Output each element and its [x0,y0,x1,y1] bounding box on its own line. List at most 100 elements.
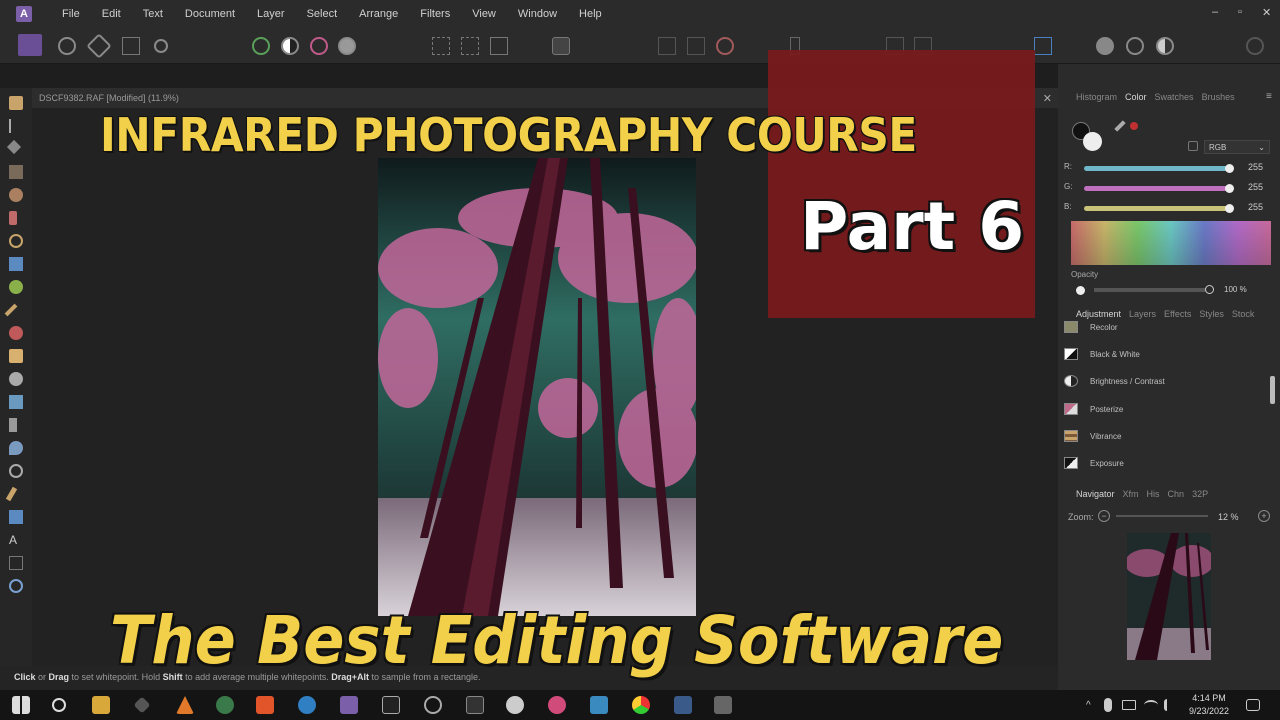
app-icon-2[interactable] [216,696,234,714]
minimize-button[interactable]: – [1212,6,1218,18]
file-explorer-icon[interactable] [92,696,110,714]
auto-contrast-icon[interactable] [281,37,299,55]
app-icon-8[interactable] [590,696,608,714]
menu-document[interactable]: Document [185,8,235,20]
chrome-icon[interactable] [632,696,650,714]
adjustment-scrollbar[interactable] [1270,376,1275,404]
tray-chevron-icon[interactable]: ^ [1086,700,1091,711]
opacity-value[interactable]: 100 % [1224,285,1247,294]
search-icon[interactable] [52,698,66,712]
adjustment-exposure[interactable]: Exposure [1064,451,1272,475]
tab-navigator[interactable]: Navigator [1076,489,1115,499]
clone-tool-icon[interactable] [9,372,23,386]
auto-white-balance-icon[interactable] [338,37,356,55]
invert-selection-icon[interactable] [490,37,508,55]
auto-levels-icon[interactable] [252,37,270,55]
auto-colors-icon[interactable] [310,37,328,55]
zoom-tool-icon[interactable] [9,579,23,593]
tab-color[interactable]: Color [1125,92,1147,102]
liquify-persona-icon[interactable] [58,37,76,55]
adjustment-recolor[interactable]: Recolor [1064,315,1272,339]
zoom-out-button[interactable]: − [1098,510,1110,522]
color-spectrum[interactable] [1071,221,1271,265]
dodge-tool-icon[interactable] [9,326,23,340]
app-icon-10[interactable] [714,696,732,714]
tab-transform[interactable]: Xfm [1123,489,1139,499]
mask-mode-icon[interactable] [1126,37,1144,55]
develop-persona-icon[interactable] [86,33,112,59]
marquee-selection-icon[interactable] [432,37,450,55]
blue-channel-slider[interactable]: B: 255 [1064,202,1274,214]
adjustment-vibrance[interactable]: Vibrance [1064,424,1272,448]
notifications-icon[interactable] [1246,699,1260,711]
blur-brush-icon[interactable] [9,441,23,455]
flood-select-icon[interactable] [9,211,17,225]
account-icon[interactable] [1246,37,1264,55]
menu-filters[interactable]: Filters [420,8,450,20]
red-channel-slider[interactable]: R: 255 [1064,162,1274,174]
menu-select[interactable]: Select [307,8,338,20]
align-icon[interactable] [1034,37,1052,55]
healing-tool-icon[interactable] [9,395,23,409]
secondary-color-swatch[interactable] [1083,132,1102,151]
taskbar-clock[interactable]: 4:14 PM 9/23/2022 [1184,692,1234,718]
adjustment-posterize[interactable]: Posterize [1064,397,1272,421]
app-icon-4[interactable] [382,696,400,714]
menu-text[interactable]: Text [143,8,163,20]
color-picker-icon[interactable] [9,280,23,294]
navigator-thumbnail[interactable] [1127,533,1211,660]
microphone-icon[interactable] [1104,698,1112,712]
grid-icon[interactable] [687,37,705,55]
app-icon-6[interactable] [466,696,484,714]
pen-tool-icon[interactable] [5,486,18,502]
opacity-slider[interactable] [1094,288,1206,292]
marquee-tool-icon[interactable] [9,234,23,248]
brave-icon[interactable] [256,696,274,714]
tone-mapping-persona-icon[interactable] [122,37,140,55]
view-tool-icon[interactable] [6,139,22,155]
vlc-icon[interactable] [176,696,194,714]
adjustment-brightness-contrast[interactable]: Brightness / Contrast [1064,369,1272,393]
green-channel-slider[interactable]: G: 255 [1064,182,1274,194]
adjustment-black-white[interactable]: Black & White [1064,342,1272,366]
menu-file[interactable]: File [62,8,80,20]
restore-button[interactable]: ▫ [1238,6,1242,18]
tab-swatches[interactable]: Swatches [1155,92,1194,102]
app-icon-1[interactable] [133,696,151,714]
app-icon-3[interactable] [298,696,316,714]
mesh-warp-icon[interactable] [9,556,23,570]
red-eye-icon[interactable] [9,418,17,432]
opacity-slider-knob[interactable] [1205,285,1214,294]
color-mode-select[interactable]: RGB ⌄ [1204,140,1270,154]
view-mode-icon[interactable] [1156,37,1174,55]
tab-32p[interactable]: 32P [1192,489,1208,499]
magnet-snapping-icon[interactable] [716,37,734,55]
close-window-button[interactable]: ✕ [1262,6,1271,19]
tab-histogram[interactable]: Histogram [1076,92,1117,102]
erase-tool-icon[interactable] [9,349,23,363]
selection-brush-icon[interactable] [9,188,23,202]
rectangle-tool-icon[interactable] [9,510,23,524]
export-persona-icon[interactable] [154,39,168,53]
menu-edit[interactable]: Edit [102,8,121,20]
menu-layer[interactable]: Layer [257,8,285,20]
quick-mask-icon[interactable] [552,37,570,55]
app-icon-7[interactable] [506,696,524,714]
assistant-icon[interactable] [1096,37,1114,55]
tab-channels[interactable]: Chn [1168,489,1185,499]
volume-icon[interactable] [1164,699,1176,711]
menu-help[interactable]: Help [579,8,602,20]
snapping-icon[interactable] [658,37,676,55]
menu-arrange[interactable]: Arrange [359,8,398,20]
app-icon-9[interactable] [674,696,692,714]
zoom-in-button[interactable]: + [1258,510,1270,522]
affinity-photo-taskbar-icon[interactable] [340,696,358,714]
app-icon-5[interactable] [424,696,442,714]
hand-tool-icon[interactable] [9,96,23,110]
battery-icon[interactable] [1122,700,1136,710]
deselect-icon[interactable] [461,37,479,55]
smudge-tool-icon[interactable] [9,464,23,478]
flood-fill-icon[interactable] [9,257,23,271]
tab-history[interactable]: His [1147,489,1160,499]
text-tool-icon[interactable]: A [9,533,17,547]
